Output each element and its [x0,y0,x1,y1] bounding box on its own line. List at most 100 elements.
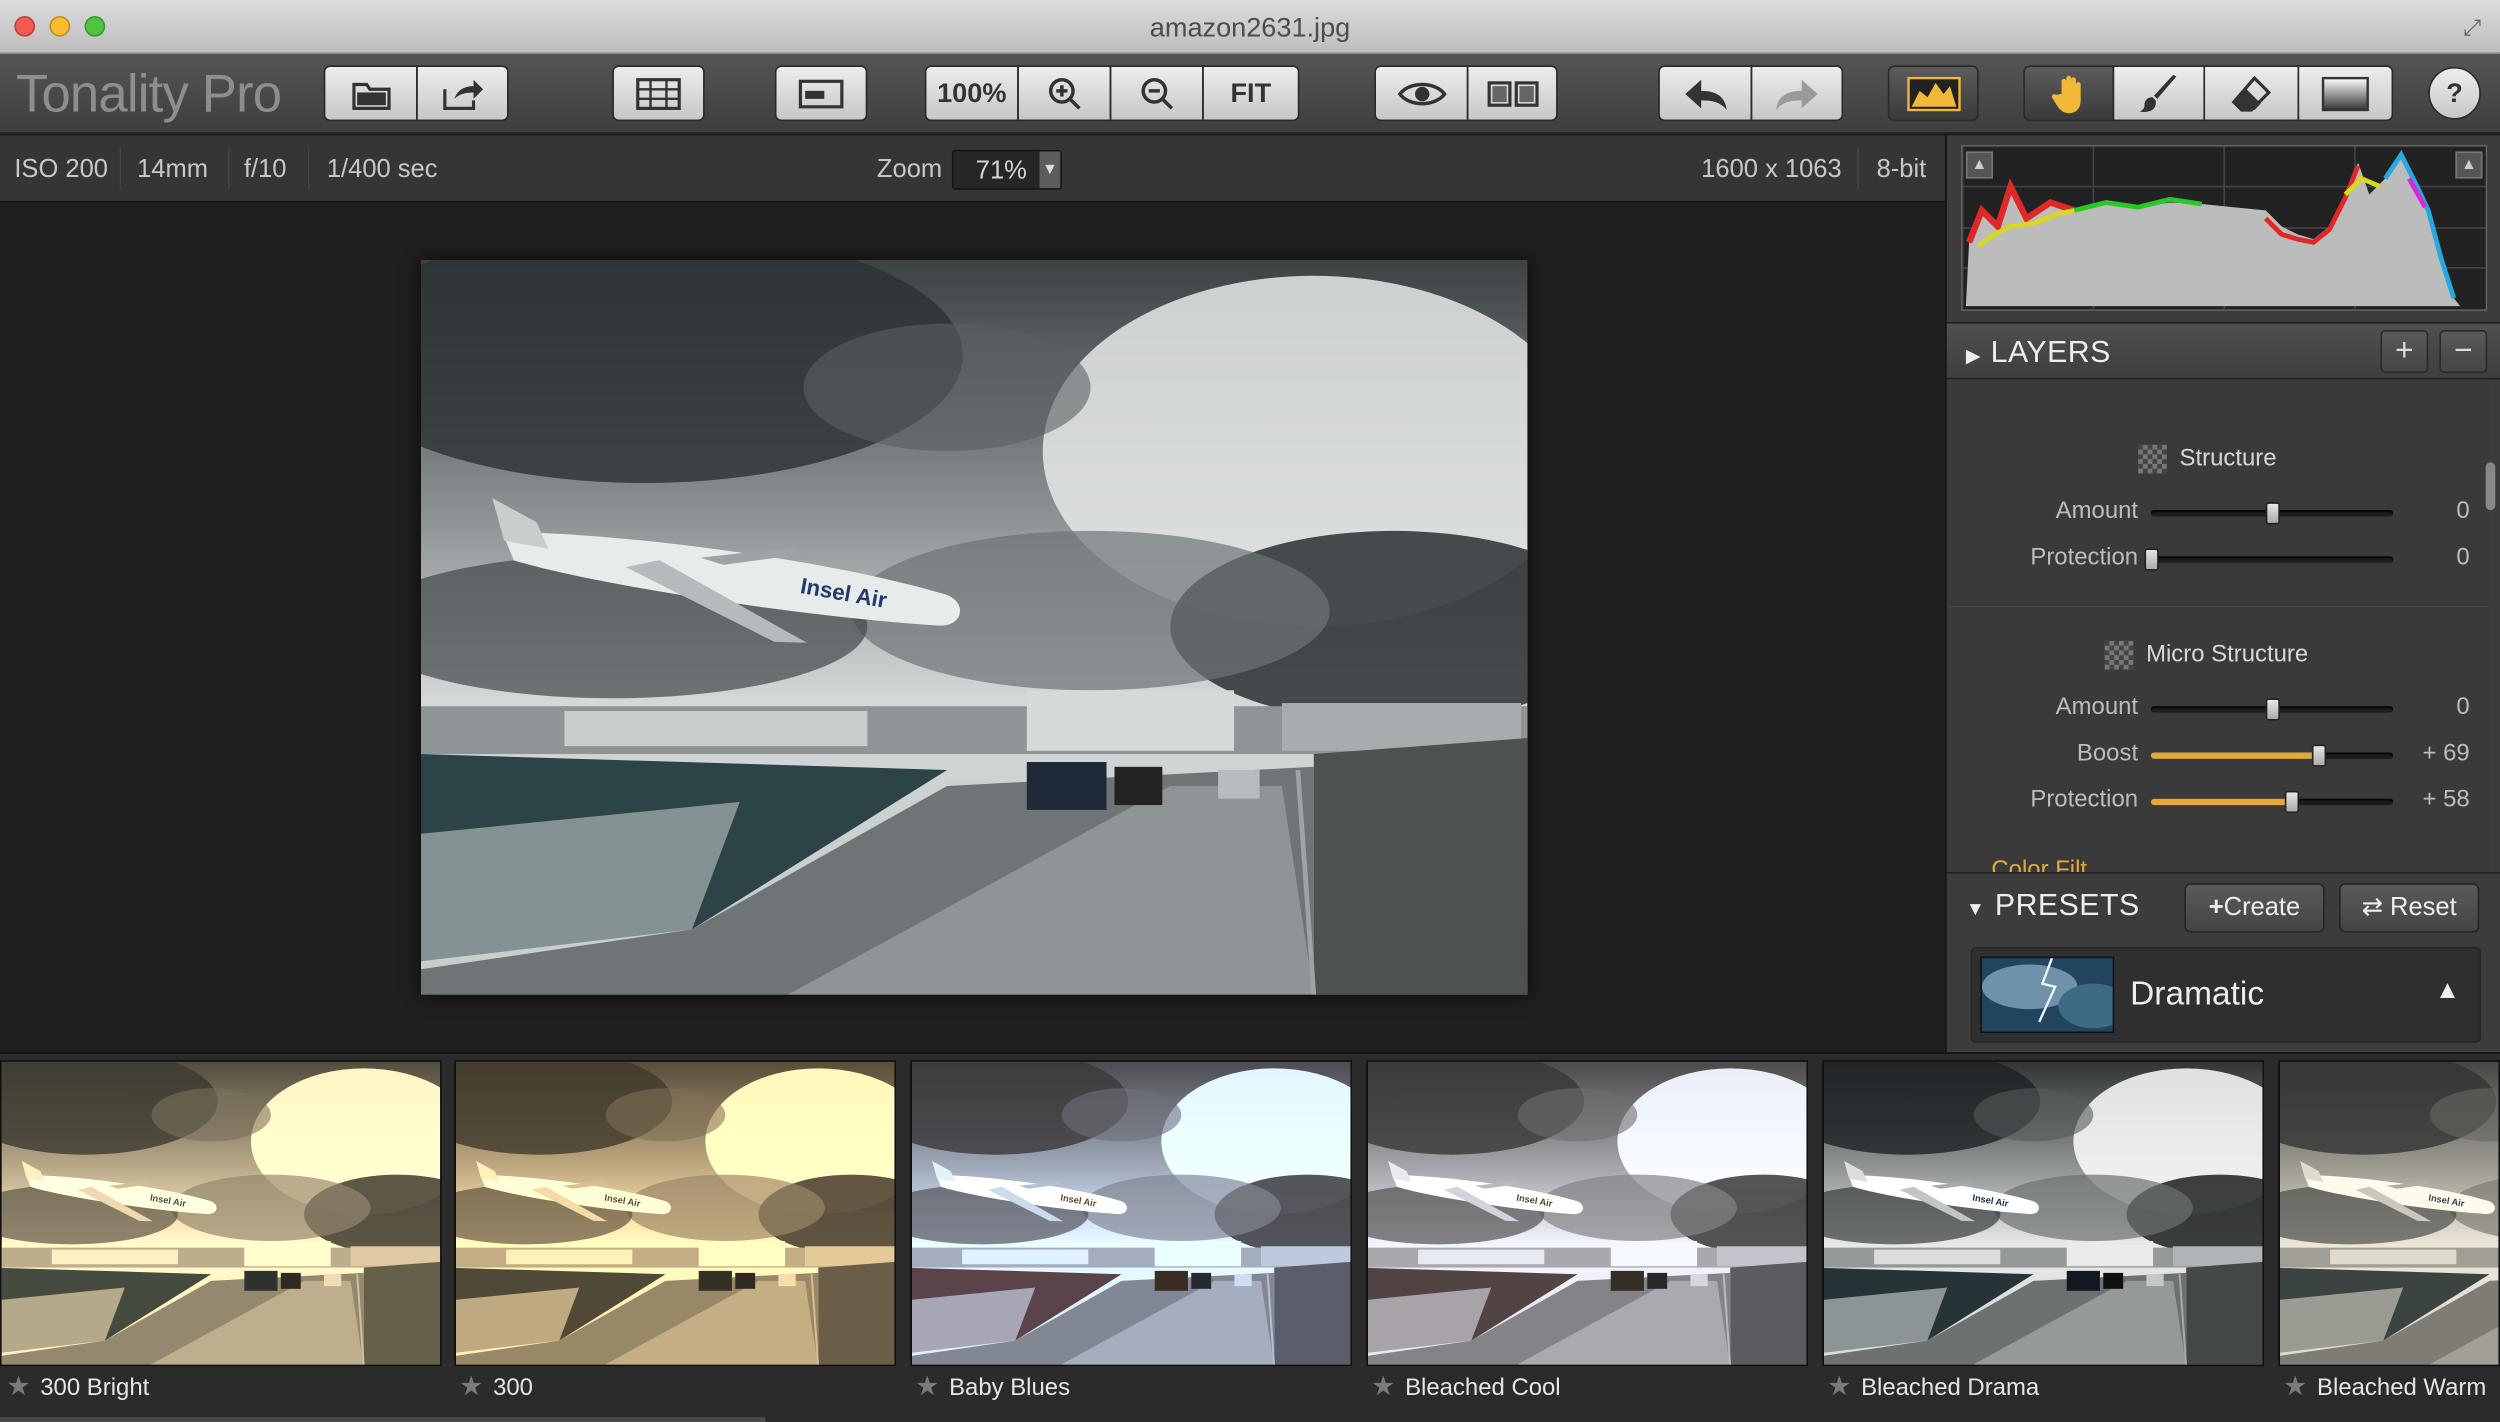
divider [1857,148,1860,190]
help-button[interactable]: ? [2428,66,2481,120]
zoom-in-button[interactable] [1017,65,1112,122]
eraser-tool-button[interactable] [2203,65,2300,122]
slider-track[interactable] [2144,548,2394,571]
zoom-100-button[interactable]: 100% [924,65,1019,122]
preset-label: ★ Bleached Cool [1371,1371,1561,1402]
preset-thumbnail[interactable] [1366,1060,1809,1367]
histogram-graph [1961,146,2486,310]
slider-knob[interactable] [2285,790,2300,814]
slider-track[interactable] [2150,502,2394,525]
preset-thumbnail[interactable] [454,1060,897,1367]
create-preset-button[interactable]: +Create [2184,883,2325,933]
slider-track[interactable] [2150,698,2394,721]
preset-label: ★ Bleached Warm [2283,1371,2487,1402]
slider-label: Protection [2030,543,2139,571]
main-photo[interactable] [421,260,1528,995]
brush-tool-button[interactable] [2112,65,2206,122]
app-name: Tonality Pro [15,63,282,123]
open-button[interactable] [323,65,418,122]
star-icon[interactable]: ★ [2283,1371,2307,1401]
remove-layer-button[interactable]: − [2439,329,2488,374]
preset-thumbnail[interactable] [2278,1060,2500,1367]
filmstrip-scrollbar[interactable] [0,1417,766,1422]
redo-button[interactable] [1750,65,1844,122]
chevron-up-icon: ▲ [2434,977,2461,1005]
structure-title: Structure [2138,445,2277,474]
micro-protection-slider[interactable]: Protection + 58 [1947,778,2489,823]
gradient-tool-button[interactable] [2297,65,2394,122]
divider [227,148,230,190]
micro-boost-slider[interactable]: Boost + 69 [1947,732,2489,777]
histogram-toggle-button[interactable] [1887,65,1979,122]
preset-label: ★ Bleached Drama [1827,1371,2040,1402]
divider [307,148,310,190]
layers-header[interactable]: ▶ LAYERS + − [1946,322,2500,380]
image-info-bar: ISO 200 14mm f/10 1/400 sec Zoom 71% ▼ 1… [0,135,1946,203]
disclosure-down-icon: ▼ [1965,897,1986,920]
preset-thumbnail-image [1824,1062,2264,1366]
adjustments-scrollbar[interactable] [2485,462,2496,511]
structure-amount-slider[interactable]: Amount 0 [1947,489,2489,534]
zoom-out-button[interactable] [1109,65,1204,122]
divider [1946,605,2489,608]
fullscreen-icon[interactable]: ⤢ [2463,14,2481,41]
star-icon[interactable]: ★ [1371,1371,1395,1401]
zoom-select[interactable]: 71% ▼ [951,149,1062,190]
preset-thumbnail-image [1368,1062,1808,1366]
micro-amount-slider[interactable]: Amount 0 [1947,686,2489,731]
preset-label: ★ Baby Blues [915,1371,1071,1402]
window-title: amazon2631.jpg [1149,12,1351,44]
chevron-down-icon: ▼ [1039,151,1061,189]
star-icon[interactable]: ★ [1827,1371,1851,1401]
focal-length-value: 14mm [137,156,208,184]
slider-knob[interactable] [2311,744,2327,767]
slider-knob[interactable] [2144,548,2159,571]
add-layer-button[interactable]: + [2380,329,2429,374]
preset-thumbnail[interactable] [1822,1060,2265,1367]
preset-thumbnail[interactable] [910,1060,1353,1367]
color-filter-title-partial[interactable]: Color Filt [1991,856,2087,872]
share-icon [443,78,484,110]
star-icon[interactable]: ★ [459,1371,483,1401]
batch-icon [636,77,681,110]
layout-button[interactable] [774,65,868,122]
slider-knob[interactable] [2265,698,2280,721]
undo-button[interactable] [1658,65,1753,122]
presets-title[interactable]: ▼ PRESETS [1966,890,2140,925]
bit-depth: 8-bit [1876,156,1927,184]
layout-icon [798,78,844,108]
slider-value: + 69 [2422,739,2470,767]
preset-thumbnail[interactable] [0,1060,442,1367]
preview-button[interactable] [1374,65,1469,122]
star-icon[interactable]: ★ [915,1371,939,1401]
reset-preset-button[interactable]: ⇄ Reset [2338,883,2480,933]
preset-thumbnail-image [912,1062,1352,1366]
compare-icon [1486,80,1538,107]
app-window: amazon2631.jpg ⤢ Tonality Pro 100% FIT ?… [0,0,2500,1422]
eraser-icon [2231,74,2272,111]
star-icon[interactable]: ★ [6,1371,30,1401]
slider-value: 0 [2456,693,2470,721]
undo-icon [1684,78,1726,110]
preset-category-thumbnail [1980,956,2115,1034]
fit-button[interactable]: FIT [1202,65,1300,122]
shadow-clip-toggle[interactable]: ▲ [1965,151,1993,179]
zoom-select-value: 71% [975,157,1027,185]
structure-protection-slider[interactable]: Protection 0 [1947,536,2489,581]
highlight-clip-toggle[interactable]: ▲ [2455,151,2483,179]
slider-knob[interactable] [2265,502,2280,525]
preset-thumbnail-image [2,1062,442,1366]
batch-button[interactable] [612,65,705,122]
preset-category-select[interactable]: Dramatic ▲ [1970,946,2481,1043]
open-icon [351,82,390,110]
slider-track[interactable] [2150,744,2394,767]
compare-button[interactable] [1466,65,1558,122]
zoom-in-icon [1048,77,1080,109]
presets-section: ▼ PRESETS +Create ⇄ Reset Dramatic ▲ [1946,872,2500,1053]
adjustments-panel: Structure Amount 0 Protection 0 Micro St… [1946,381,2489,873]
share-button[interactable] [416,65,509,122]
slider-fill [2150,798,2292,806]
slider-track[interactable] [2150,790,2394,814]
hand-tool-button[interactable] [2023,65,2115,122]
aperture-value: f/10 [243,156,287,184]
